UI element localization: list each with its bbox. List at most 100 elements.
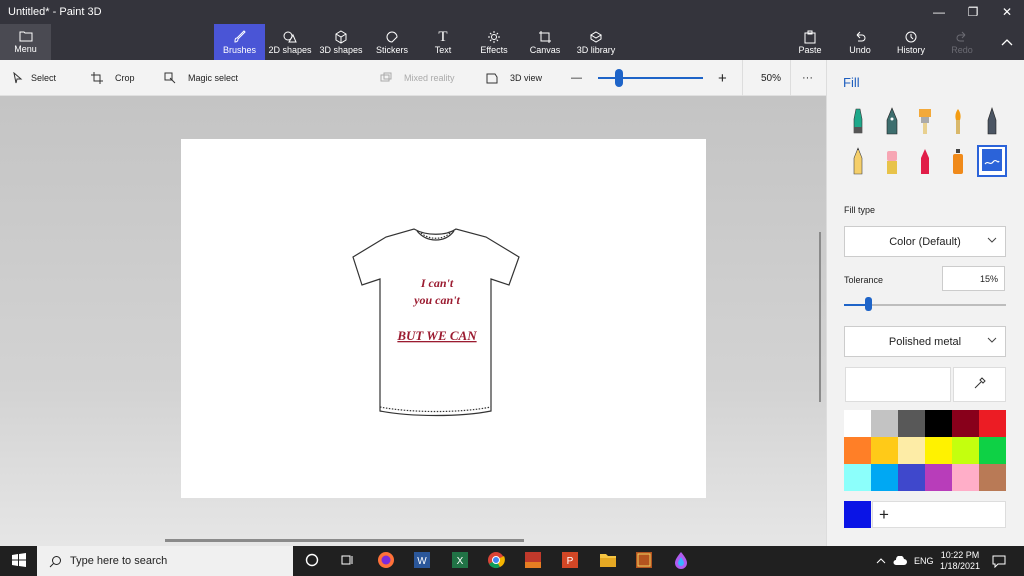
tab-effects[interactable]: Effects — [474, 24, 514, 60]
drawing-canvas[interactable]: I can't you can't BUT WE CAN — [181, 139, 706, 498]
task-view-button[interactable] — [334, 546, 360, 576]
horizontal-scrollbar[interactable] — [165, 539, 524, 542]
notifications-icon[interactable] — [992, 546, 1006, 576]
color-swatch[interactable] — [871, 464, 898, 491]
color-swatch[interactable] — [898, 437, 925, 464]
add-color-button[interactable]: + — [872, 501, 1006, 528]
eyedropper-button[interactable] — [953, 367, 1006, 402]
brush-fill[interactable] — [977, 145, 1007, 177]
tab-label: Canvas — [529, 45, 561, 55]
tab-canvas[interactable]: Canvas — [526, 24, 564, 60]
tab-brushes[interactable]: Brushes — [214, 24, 265, 60]
color-swatch[interactable] — [898, 464, 925, 491]
cloud-icon[interactable] — [893, 546, 907, 576]
taskbar-app-tp[interactable] — [519, 546, 547, 576]
brush-watercolor[interactable] — [945, 107, 971, 137]
color-swatch[interactable] — [979, 464, 1006, 491]
custom-color-preview[interactable] — [845, 367, 951, 402]
taskbar-firefox[interactable] — [372, 546, 400, 576]
color-swatch[interactable] — [871, 437, 898, 464]
tab-2d-shapes[interactable]: 2D shapes — [266, 24, 314, 60]
mixed-reality-button[interactable]: Mixed reality — [380, 60, 455, 96]
color-swatch[interactable] — [898, 410, 925, 437]
fill-type-dropdown[interactable]: Color (Default) — [844, 226, 1006, 257]
plus-icon: + — [879, 504, 889, 524]
taskbar-dosbox[interactable] — [630, 546, 658, 576]
brush-crayon[interactable] — [912, 147, 938, 177]
color-swatch[interactable] — [979, 437, 1006, 464]
magic-select-button[interactable]: Magic select — [164, 60, 238, 96]
taskbar-word[interactable]: W — [408, 546, 436, 576]
collapse-ribbon-button[interactable] — [994, 24, 1020, 60]
zoom-in-button[interactable]: + — [718, 60, 727, 96]
brush-calligraphy-pen[interactable] — [879, 106, 905, 137]
taskbar-excel[interactable]: X — [446, 546, 474, 576]
tab-3d-shapes[interactable]: 3D shapes — [317, 24, 365, 60]
color-swatch[interactable] — [925, 464, 952, 491]
minimize-button[interactable]: — — [922, 0, 956, 24]
material-dropdown[interactable]: Polished metal — [844, 326, 1006, 357]
tolerance-slider-thumb[interactable] — [865, 297, 873, 311]
watercolor-icon — [950, 107, 966, 138]
color-swatch[interactable] — [925, 437, 952, 464]
tolerance-input[interactable]: 15% — [942, 266, 1005, 291]
svg-text:P: P — [567, 556, 574, 567]
history-button[interactable]: History — [894, 24, 928, 60]
taskbar-powerpoint[interactable]: P — [556, 546, 584, 576]
color-swatch[interactable] — [844, 437, 871, 464]
color-swatch[interactable] — [871, 410, 898, 437]
brush-oil[interactable] — [912, 107, 938, 137]
divider — [790, 60, 791, 96]
undo-button[interactable]: Undo — [845, 24, 875, 60]
brush-pencil[interactable] — [845, 146, 871, 177]
taskbar-clock[interactable]: 10:22 PM 1/18/2021 — [933, 546, 987, 576]
color-swatch[interactable] — [952, 437, 979, 464]
taskbar-search[interactable]: Type here to search — [37, 546, 293, 576]
ribbon: Menu Brushes 2D shapes 3D shapes Sticker… — [0, 24, 1024, 60]
taskbar-file-explorer[interactable] — [594, 546, 622, 576]
close-button[interactable]: ✕ — [990, 0, 1024, 24]
tab-text[interactable]: T Text — [425, 24, 461, 60]
3d-view-button[interactable]: 3D view — [486, 60, 542, 96]
vertical-scrollbar[interactable] — [819, 232, 821, 402]
select-button[interactable]: Select — [13, 60, 56, 96]
zoom-slider-thumb[interactable] — [615, 69, 623, 87]
color-swatch[interactable] — [952, 464, 979, 491]
brush-eraser[interactable] — [879, 147, 905, 177]
paint3d-icon — [672, 551, 690, 572]
taskbar-paint3d[interactable] — [667, 546, 695, 576]
cortana-button[interactable] — [299, 546, 325, 576]
taskbar-chrome[interactable] — [482, 546, 510, 576]
paste-button[interactable]: Paste — [794, 24, 826, 60]
color-swatch[interactable] — [844, 410, 871, 437]
2d-shapes-icon — [283, 29, 297, 45]
mixed-reality-label: Mixed reality — [404, 73, 455, 83]
firefox-icon — [377, 551, 395, 572]
tab-3d-library[interactable]: 3D library — [575, 24, 617, 60]
zoom-slider-track[interactable] — [598, 77, 703, 79]
more-options-button[interactable]: ··· — [802, 60, 813, 96]
tray-chevron-up-icon[interactable] — [876, 546, 886, 576]
language-indicator[interactable]: ENG — [914, 546, 934, 576]
color-swatch[interactable] — [925, 410, 952, 437]
crop-button[interactable]: Crop — [91, 60, 135, 96]
tab-stickers[interactable]: Stickers — [370, 24, 414, 60]
tab-label: 3D library — [576, 45, 616, 55]
word-icon: W — [413, 551, 431, 572]
brush-spray-can[interactable] — [945, 147, 971, 177]
brush-pixel-pen[interactable] — [979, 106, 1005, 137]
3d-library-icon — [589, 29, 603, 45]
restore-button[interactable]: ❐ — [956, 0, 990, 24]
start-button[interactable] — [0, 546, 37, 576]
paste-icon — [803, 29, 817, 45]
brush-marker[interactable] — [845, 107, 871, 137]
marker-icon — [850, 107, 866, 138]
menu-button[interactable]: Menu — [0, 24, 51, 60]
color-swatch[interactable] — [979, 410, 1006, 437]
current-color-swatch[interactable] — [844, 501, 871, 528]
divider — [742, 60, 743, 96]
zoom-out-button[interactable]: — — [571, 60, 582, 96]
color-swatch[interactable] — [952, 410, 979, 437]
redo-button[interactable]: Redo — [948, 24, 976, 60]
color-swatch[interactable] — [844, 464, 871, 491]
